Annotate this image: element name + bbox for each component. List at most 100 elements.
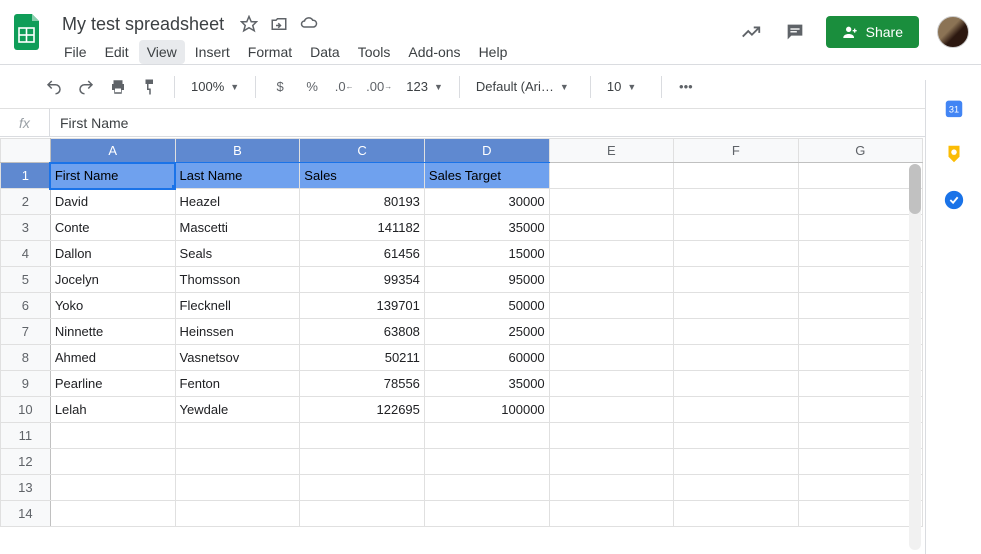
cell-E5[interactable] [549, 267, 673, 293]
calendar-icon[interactable]: 31 [942, 96, 966, 120]
spreadsheet-grid[interactable]: ABCDEFG1First NameLast NameSalesSales Ta… [0, 138, 923, 554]
cell-E7[interactable] [549, 319, 673, 345]
cell-A1[interactable]: First Name [50, 163, 175, 189]
cell-G13[interactable] [798, 475, 923, 501]
menu-edit[interactable]: Edit [97, 40, 137, 64]
cell-B5[interactable]: Thomsson [175, 267, 300, 293]
cell-C10[interactable]: 122695 [300, 397, 425, 423]
print-button[interactable] [104, 73, 132, 101]
cell-D7[interactable]: 25000 [424, 319, 549, 345]
cell-A7[interactable]: Ninnette [50, 319, 175, 345]
cell-G9[interactable] [798, 371, 923, 397]
cell-C11[interactable] [300, 423, 425, 449]
cell-G14[interactable] [798, 501, 923, 527]
comments-icon[interactable] [782, 19, 808, 45]
cell-B6[interactable]: Flecknell [175, 293, 300, 319]
vertical-scrollbar[interactable] [909, 164, 921, 550]
cell-D4[interactable]: 15000 [424, 241, 549, 267]
cell-G6[interactable] [798, 293, 923, 319]
cell-G2[interactable] [798, 189, 923, 215]
cell-A10[interactable]: Lelah [50, 397, 175, 423]
cell-F5[interactable] [674, 267, 798, 293]
cell-B1[interactable]: Last Name [175, 163, 300, 189]
cell-G5[interactable] [798, 267, 923, 293]
share-button[interactable]: Share [826, 16, 919, 48]
cloud-status-icon[interactable] [296, 11, 322, 37]
cell-D14[interactable] [424, 501, 549, 527]
cell-A4[interactable]: Dallon [50, 241, 175, 267]
cell-D11[interactable] [424, 423, 549, 449]
menu-insert[interactable]: Insert [187, 40, 238, 64]
cell-D5[interactable]: 95000 [424, 267, 549, 293]
cell-E3[interactable] [549, 215, 673, 241]
cell-D8[interactable]: 60000 [424, 345, 549, 371]
menu-help[interactable]: Help [471, 40, 516, 64]
row-header-9[interactable]: 9 [1, 371, 51, 397]
cell-B4[interactable]: Seals [175, 241, 300, 267]
cell-G12[interactable] [798, 449, 923, 475]
cell-A12[interactable] [50, 449, 175, 475]
scrollbar-thumb[interactable] [909, 164, 921, 214]
cell-A8[interactable]: Ahmed [50, 345, 175, 371]
percent-button[interactable]: % [298, 73, 326, 101]
font-size-select[interactable]: 10▼ [601, 79, 651, 94]
select-all-corner[interactable] [1, 139, 51, 163]
cell-C8[interactable]: 50211 [300, 345, 425, 371]
row-header-5[interactable]: 5 [1, 267, 51, 293]
cell-D3[interactable]: 35000 [424, 215, 549, 241]
cell-A2[interactable]: David [50, 189, 175, 215]
cell-C14[interactable] [300, 501, 425, 527]
cell-B9[interactable]: Fenton [175, 371, 300, 397]
more-toolbar-button[interactable]: ••• [672, 73, 700, 101]
format-select[interactable]: 123▼ [400, 79, 449, 94]
row-header-3[interactable]: 3 [1, 215, 51, 241]
cell-A11[interactable] [50, 423, 175, 449]
cell-B13[interactable] [175, 475, 300, 501]
cell-G11[interactable] [798, 423, 923, 449]
cell-D9[interactable]: 35000 [424, 371, 549, 397]
cell-F1[interactable] [674, 163, 798, 189]
cell-C3[interactable]: 141182 [300, 215, 425, 241]
cell-E11[interactable] [549, 423, 673, 449]
cell-E12[interactable] [549, 449, 673, 475]
cell-C5[interactable]: 99354 [300, 267, 425, 293]
cell-D1[interactable]: Sales Target [424, 163, 549, 189]
cell-F3[interactable] [674, 215, 798, 241]
cell-B12[interactable] [175, 449, 300, 475]
cell-G7[interactable] [798, 319, 923, 345]
cell-B11[interactable] [175, 423, 300, 449]
cell-A9[interactable]: Pearline [50, 371, 175, 397]
menu-data[interactable]: Data [302, 40, 348, 64]
cell-A3[interactable]: Conte [50, 215, 175, 241]
cell-B7[interactable]: Heinssen [175, 319, 300, 345]
cell-F12[interactable] [674, 449, 798, 475]
cell-E10[interactable] [549, 397, 673, 423]
formula-input[interactable]: First Name [50, 115, 128, 131]
cell-C4[interactable]: 61456 [300, 241, 425, 267]
cell-F13[interactable] [674, 475, 798, 501]
cell-F11[interactable] [674, 423, 798, 449]
cell-A6[interactable]: Yoko [50, 293, 175, 319]
cell-C1[interactable]: Sales [300, 163, 425, 189]
cell-D12[interactable] [424, 449, 549, 475]
cell-C13[interactable] [300, 475, 425, 501]
cell-E9[interactable] [549, 371, 673, 397]
cell-C7[interactable]: 63808 [300, 319, 425, 345]
cell-E8[interactable] [549, 345, 673, 371]
cell-F6[interactable] [674, 293, 798, 319]
sheets-logo-icon[interactable] [8, 12, 48, 52]
cell-D10[interactable]: 100000 [424, 397, 549, 423]
cell-A5[interactable]: Jocelyn [50, 267, 175, 293]
menu-view[interactable]: View [139, 40, 185, 64]
menu-format[interactable]: Format [240, 40, 300, 64]
cell-C6[interactable]: 139701 [300, 293, 425, 319]
menu-file[interactable]: File [56, 40, 95, 64]
star-icon[interactable] [236, 11, 262, 37]
column-header-D[interactable]: D [424, 139, 549, 163]
cell-F4[interactable] [674, 241, 798, 267]
currency-button[interactable]: $ [266, 73, 294, 101]
cell-E2[interactable] [549, 189, 673, 215]
row-header-7[interactable]: 7 [1, 319, 51, 345]
increase-decimal-button[interactable]: .00→ [362, 73, 396, 101]
document-title[interactable]: My test spreadsheet [56, 12, 230, 37]
